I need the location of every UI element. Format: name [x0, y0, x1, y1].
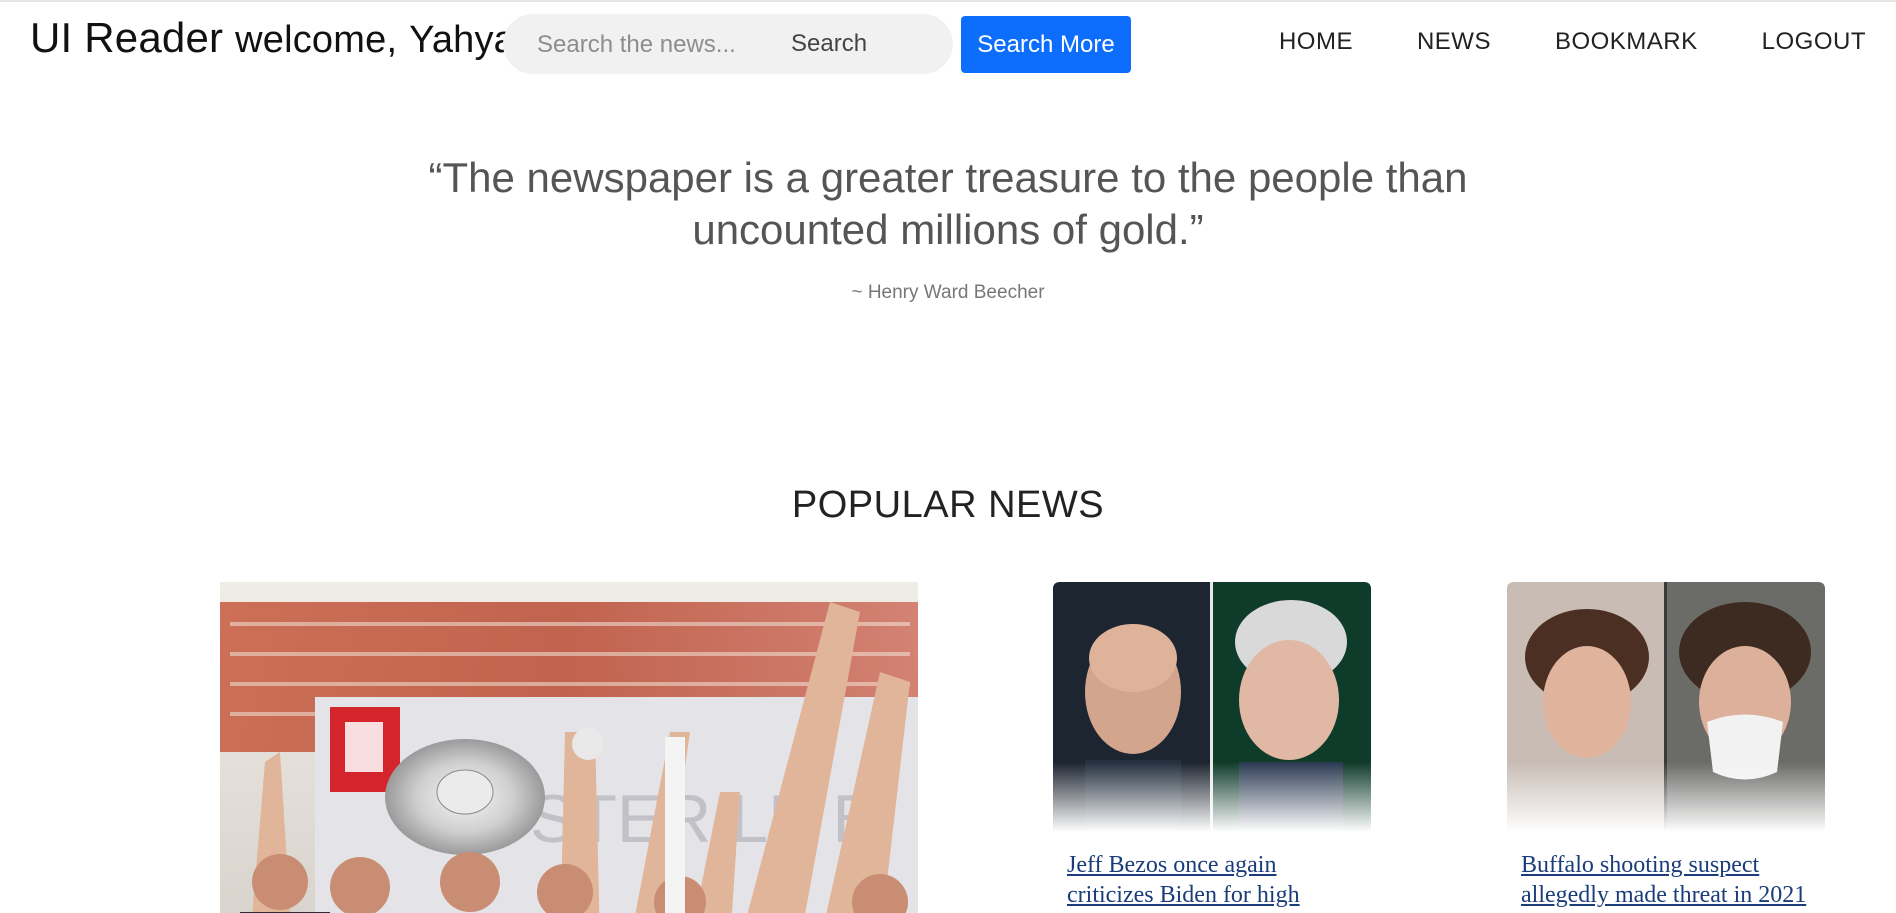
top-navbar: UI Reader welcome, Yahya Search Search M… [0, 2, 1896, 88]
nav-links: HOME NEWS BOOKMARK LOGOUT [1279, 28, 1866, 56]
news-card[interactable]: Buffalo shooting suspect allegedly made … [1507, 582, 1825, 913]
brand-title: UI Reader [30, 14, 224, 61]
news-card-title[interactable]: Jeff Bezos once again criticizes Biden f… [1067, 850, 1367, 913]
nav-bookmark[interactable]: BOOKMARK [1555, 28, 1698, 56]
search-more-button[interactable]: Search More [961, 16, 1131, 73]
welcome-text: welcome, [235, 19, 398, 61]
search-button[interactable]: Search [773, 24, 913, 64]
news-card-image [1507, 582, 1825, 832]
suspect-photo [1507, 582, 1825, 832]
bezos-biden-photo [1053, 582, 1371, 832]
popular-news-heading: POPULAR NEWS [791, 484, 1105, 526]
quote-text: “The newspaper is a greater treasure to … [428, 154, 1468, 253]
featured-news-image[interactable]: STER LE B [220, 582, 918, 913]
football-celebration-image: STER LE B [220, 582, 918, 913]
nav-logout[interactable]: LOGOUT [1762, 28, 1866, 56]
username: Yahya [409, 19, 516, 61]
news-card[interactable]: Jeff Bezos once again criticizes Biden f… [1053, 582, 1371, 913]
news-card-image [1053, 582, 1371, 832]
search-input[interactable] [535, 24, 759, 66]
search-box: Search [503, 14, 953, 74]
nav-home[interactable]: HOME [1279, 28, 1353, 56]
quote-section: “The newspaper is a greater treasure to … [0, 152, 1896, 304]
brand[interactable]: UI Reader welcome, Yahya [30, 14, 515, 62]
page: UI Reader welcome, Yahya Search Search M… [0, 0, 1896, 913]
quote-author: ~ Henry Ward Beecher [851, 282, 1045, 303]
nav-news[interactable]: NEWS [1417, 28, 1491, 56]
news-card-title[interactable]: Buffalo shooting suspect allegedly made … [1521, 850, 1821, 910]
